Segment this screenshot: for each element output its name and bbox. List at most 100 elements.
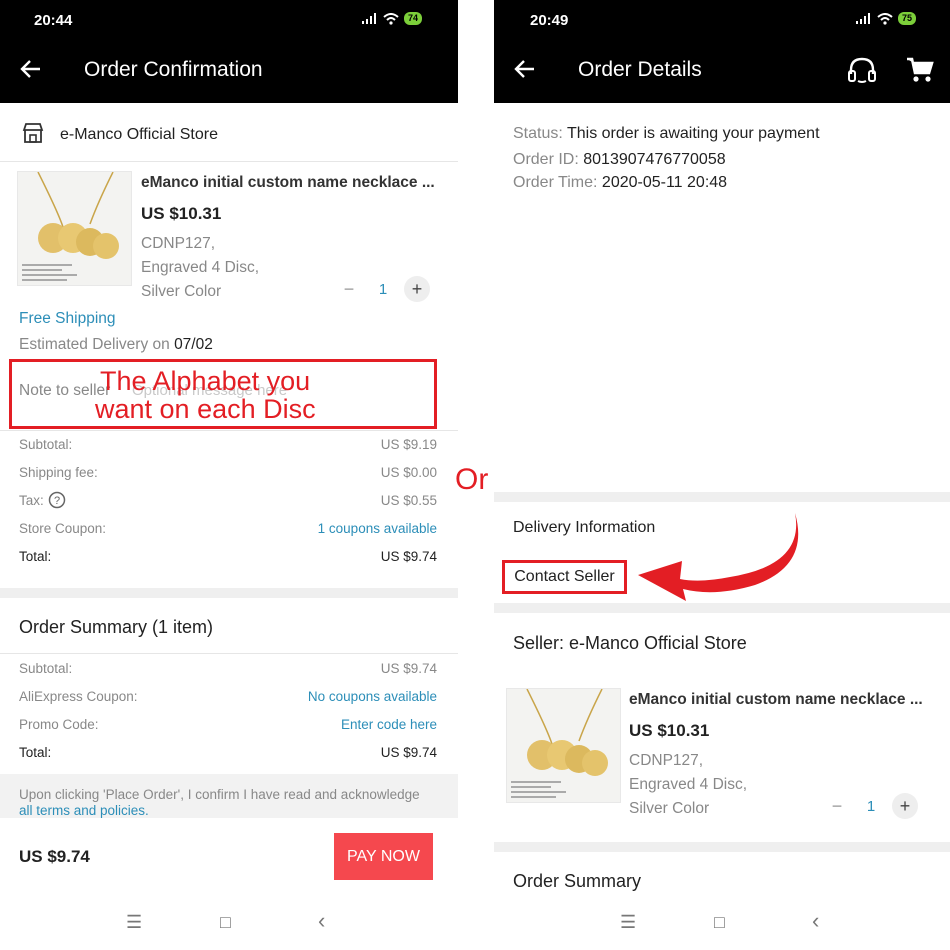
order-time-label: Order Time:: [513, 174, 598, 191]
status-time: 20:44: [34, 12, 73, 29]
status-label: Status:: [513, 125, 563, 142]
status-value: This order is awaiting your payment: [566, 125, 820, 142]
quantity-stepper: − 1 +: [336, 276, 430, 302]
order-time-value: 2020-05-11 20:48: [601, 174, 728, 191]
home-icon[interactable]: □: [220, 912, 231, 933]
seller-label[interactable]: Seller: e-Manco Official Store: [513, 633, 747, 654]
recent-apps-icon[interactable]: ☰: [620, 912, 636, 933]
status-time: 20:49: [530, 12, 569, 29]
wifi-icon: [877, 12, 893, 25]
product-price: US $10.31: [629, 721, 710, 740]
summary-title: Order Summary: [513, 871, 642, 891]
product-thumbnail[interactable]: [17, 171, 132, 286]
page-title: Order Details: [578, 58, 702, 81]
product-thumbnail[interactable]: [506, 688, 621, 803]
status-icons: 74: [362, 12, 423, 25]
signal-icon: [856, 13, 870, 24]
system-nav-bar: ☰ □ ‹: [494, 898, 950, 950]
annotation-line: The Alphabet you: [100, 366, 311, 396]
footer-total: US $9.74: [19, 847, 90, 866]
terms-text: Upon clicking 'Place Order', I confirm I…: [19, 787, 420, 802]
recent-apps-icon[interactable]: ☰: [126, 912, 142, 933]
free-shipping-link[interactable]: Free Shipping: [19, 310, 116, 328]
contact-seller-button[interactable]: Contact Seller: [502, 560, 627, 594]
summary-total: US $9.74: [380, 745, 437, 760]
cost-value: US $0.00: [380, 465, 437, 480]
variant-line: CDNP127,: [629, 752, 704, 769]
minus-icon[interactable]: −: [824, 793, 850, 819]
promo-code-link[interactable]: Enter code here: [341, 717, 437, 732]
order-details-screen: 20:49 75 Order Details Status: This orde…: [494, 0, 950, 950]
delivery-prefix: Estimated Delivery on: [19, 336, 175, 353]
summary-value: US $9.74: [380, 661, 437, 676]
aliexpress-coupon-link[interactable]: No coupons available: [308, 689, 437, 704]
signal-icon: [362, 13, 376, 24]
estimated-delivery: Estimated Delivery on 07/02: [19, 336, 213, 354]
order-id-label: Order ID:: [513, 151, 579, 168]
minus-icon[interactable]: −: [336, 276, 362, 302]
pay-now-button[interactable]: PAY NOW: [334, 833, 433, 880]
summary-label: Subtotal:: [19, 661, 73, 676]
plus-icon[interactable]: +: [404, 276, 430, 302]
app-header: 20:49 75 Order Details: [494, 0, 950, 103]
divider: [0, 430, 458, 431]
plus-icon[interactable]: +: [892, 793, 918, 819]
quantity-value[interactable]: 1: [850, 798, 892, 815]
divider: [0, 653, 458, 654]
page-title: Order Confirmation: [84, 58, 263, 81]
delivery-date: 07/02: [174, 336, 213, 353]
necklace-image-icon: [22, 172, 119, 281]
section-separator: [494, 842, 950, 852]
terms-link[interactable]: all terms and policies.: [19, 803, 149, 818]
cost-label: Subtotal:: [19, 437, 73, 452]
cost-label: Shipping fee:: [19, 465, 98, 480]
variant-line: Silver Color: [629, 800, 710, 817]
app-header: 20:44 74 Order Confirmation: [0, 0, 458, 103]
wifi-icon: [383, 12, 399, 25]
summary-label: Promo Code:: [19, 717, 99, 732]
quantity-stepper: − 1 +: [824, 793, 918, 819]
divider: [0, 161, 458, 162]
cost-label: Tax:: [19, 493, 44, 508]
cost-value: US $0.55: [380, 493, 437, 508]
system-nav-bar: ☰ □ ‹: [0, 898, 458, 950]
product-price: US $10.31: [141, 204, 222, 223]
summary-title: Order Summary (1 item): [19, 617, 214, 637]
necklace-image-icon: [511, 689, 608, 798]
back-icon[interactable]: ‹: [318, 908, 325, 934]
order-status: Status: This order is awaiting your paym…: [513, 125, 820, 143]
store-icon: [22, 123, 44, 143]
svg-text:?: ?: [54, 495, 60, 507]
status-icons: 75: [856, 12, 917, 25]
summary-label: Total:: [19, 745, 52, 760]
variant-line: Engraved 4 Disc,: [629, 776, 748, 793]
cost-label: Total:: [19, 549, 52, 564]
store-coupon-link[interactable]: 1 coupons available: [318, 521, 437, 536]
cost-value: US $9.19: [380, 437, 437, 452]
variant-line: Engraved 4 Disc,: [141, 259, 260, 276]
annotation-line: want on each Disc: [95, 394, 316, 424]
quantity-value[interactable]: 1: [362, 281, 404, 298]
section-separator: [494, 492, 950, 502]
back-arrow-icon[interactable]: [20, 58, 42, 80]
order-id-value: 8013907476770058: [583, 151, 726, 168]
or-label: Or: [455, 463, 489, 496]
cart-icon[interactable]: [906, 57, 934, 83]
variant-line: CDNP127,: [141, 235, 216, 252]
back-icon[interactable]: ‹: [812, 908, 819, 934]
variant-line: Silver Color: [141, 283, 222, 300]
help-icon[interactable]: ?: [48, 491, 66, 509]
headset-icon[interactable]: [846, 56, 878, 86]
order-time: Order Time: 2020-05-11 20:48: [513, 174, 727, 192]
product-name[interactable]: eManco initial custom name necklace ...: [629, 691, 923, 709]
annotation-arrow-icon: [638, 513, 799, 601]
total-value: US $9.74: [380, 549, 437, 564]
back-arrow-icon[interactable]: [514, 58, 536, 80]
product-name[interactable]: eManco initial custom name necklace ...: [141, 174, 435, 192]
section-separator: [0, 588, 458, 598]
order-id: Order ID: 8013907476770058: [513, 151, 726, 169]
battery-icon: 75: [898, 12, 917, 25]
store-name[interactable]: e-Manco Official Store: [60, 126, 218, 144]
home-icon[interactable]: □: [714, 912, 725, 933]
battery-icon: 74: [404, 12, 423, 25]
